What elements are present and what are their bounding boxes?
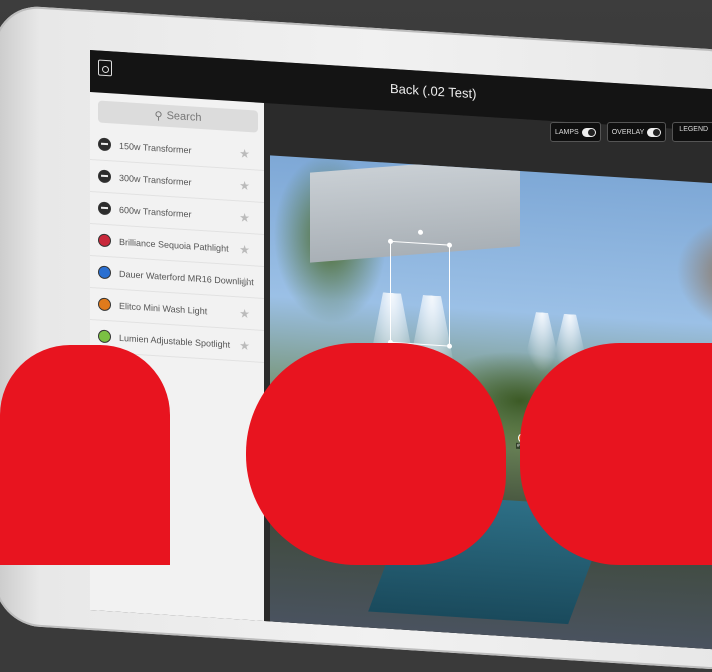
light-dot-icon <box>98 233 111 248</box>
list-item-label: 300w Transformer <box>119 172 192 187</box>
list-item-label: Dauer Waterford MR16 Downlight <box>119 268 254 287</box>
star-icon[interactable]: ★ <box>239 178 250 193</box>
list-item-label: Brilliance Sequoia Pathlight <box>119 236 229 254</box>
resize-handle[interactable] <box>447 343 452 349</box>
lamps-toggle[interactable]: LAMPS <box>550 122 601 142</box>
transformer-icon <box>98 201 111 216</box>
lamps-label: LAMPS <box>555 128 579 136</box>
product-list: 150w Transformer ★ 300w Transformer ★ 60… <box>90 128 264 363</box>
red-overlay-shape <box>0 345 170 565</box>
light-dot-icon <box>98 329 111 344</box>
star-icon[interactable]: ★ <box>239 146 250 161</box>
star-icon[interactable]: ★ <box>239 274 250 289</box>
search-placeholder: Search <box>166 109 202 125</box>
star-icon[interactable]: ★ <box>239 242 250 257</box>
search-input[interactable]: ⚲ Search <box>98 100 258 133</box>
light-dot-icon <box>98 265 111 280</box>
star-icon[interactable]: ★ <box>239 306 250 321</box>
view-toggles: LAMPS OVERLAY LEGEND <box>550 122 712 142</box>
lamps-switch[interactable] <box>581 127 596 137</box>
list-item-label: Lumien Adjustable Spotlight <box>119 332 231 350</box>
overlay-switch[interactable] <box>647 127 662 137</box>
page-title: Back (.02 Test) <box>390 80 477 102</box>
transformer-icon <box>98 169 111 184</box>
resize-handle[interactable] <box>447 242 452 248</box>
legend-button[interactable]: LEGEND <box>672 122 712 142</box>
list-item-label: 600w Transformer <box>119 204 192 219</box>
overlay-toggle[interactable]: OVERLAY <box>606 122 667 142</box>
selection-box[interactable] <box>388 229 452 349</box>
star-icon[interactable]: ★ <box>239 338 250 353</box>
star-icon[interactable]: ★ <box>239 210 250 225</box>
list-item-label: Elitco Mini Wash Light <box>119 300 208 316</box>
resize-handle[interactable] <box>388 238 393 245</box>
overlay-label: OVERLAY <box>611 128 645 136</box>
rotate-handle[interactable] <box>418 229 423 235</box>
transformer-icon <box>98 137 111 152</box>
red-overlay-shape <box>520 343 712 565</box>
search-icon: ⚲ <box>154 109 163 123</box>
save-icon[interactable] <box>98 59 112 77</box>
light-dot-icon <box>98 297 111 312</box>
list-item-label: 150w Transformer <box>119 140 192 155</box>
